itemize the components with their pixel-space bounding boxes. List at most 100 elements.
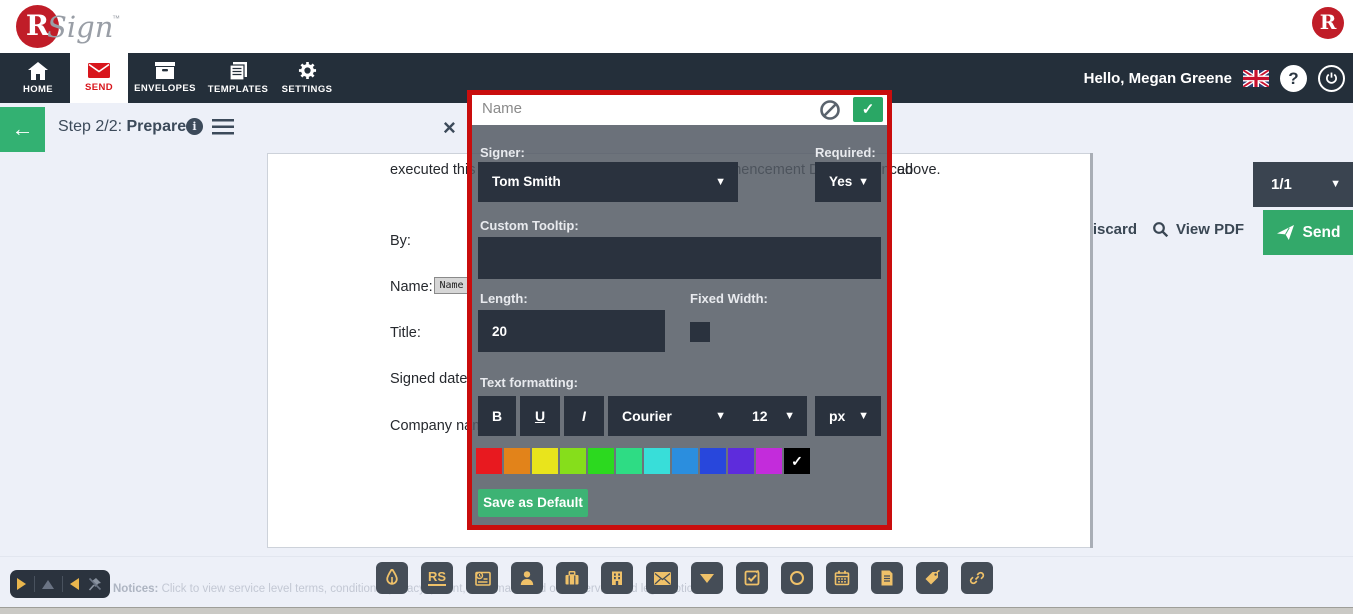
step-indicator: Step 2/2: Prepare: [58, 118, 186, 136]
info-icon[interactable]: i: [186, 118, 203, 135]
logout-button[interactable]: [1318, 65, 1345, 92]
tab-send[interactable]: SEND: [70, 53, 128, 103]
chevron-down-icon: ▼: [1330, 162, 1341, 207]
contract-line-end: above.: [897, 162, 941, 178]
color-swatch[interactable]: [756, 448, 782, 474]
power-icon: [1325, 71, 1338, 85]
trademark-symbol: ™: [112, 14, 120, 23]
title-briefcase-tool[interactable]: [556, 562, 588, 594]
color-swatch[interactable]: [504, 448, 530, 474]
cancel-block-icon[interactable]: [819, 99, 841, 121]
field-label-by: By:: [390, 233, 411, 249]
field-label-name: Name:: [390, 279, 433, 295]
modal-title: Name: [482, 100, 522, 117]
back-button[interactable]: ←: [0, 107, 45, 152]
envelopes-box-icon: [154, 62, 176, 79]
tab-templates[interactable]: TEMPLATES: [202, 53, 274, 103]
top-brand-bar: R Sign ™ R: [0, 0, 1353, 53]
up-icon[interactable]: [42, 580, 54, 589]
underline-button[interactable]: U: [520, 396, 560, 436]
magnifier-icon: [1152, 221, 1169, 238]
color-swatch[interactable]: [616, 448, 642, 474]
horizontal-scrollbar[interactable]: [0, 607, 1353, 614]
view-pdf-button[interactable]: View PDF: [1152, 221, 1244, 238]
date-stamp-tool[interactable]: [466, 562, 498, 594]
color-swatch[interactable]: [588, 448, 614, 474]
help-button[interactable]: ?: [1280, 65, 1307, 92]
color-swatch[interactable]: [476, 448, 502, 474]
page-nav-controls: [10, 570, 110, 598]
vertical-scrollbar[interactable]: [1090, 153, 1093, 548]
language-flag-icon[interactable]: [1243, 70, 1269, 87]
field-properties-modal: Name ✓ Signer: Tom Smith ▼ Required: Yes…: [467, 90, 892, 530]
label-tag-tool[interactable]: [916, 562, 948, 594]
field-label-signed-date: Signed date:: [390, 371, 471, 387]
hyperlink-tool[interactable]: [961, 562, 993, 594]
chevron-down-icon: ▼: [858, 162, 869, 202]
color-swatch[interactable]: [728, 448, 754, 474]
color-swatch[interactable]: [560, 448, 586, 474]
envelope-icon: [88, 63, 110, 78]
close-icon[interactable]: ×: [443, 115, 456, 141]
dropdown-tool[interactable]: [691, 562, 723, 594]
color-swatch-selected[interactable]: ✓: [784, 448, 810, 474]
color-swatch[interactable]: [532, 448, 558, 474]
unpin-icon[interactable]: [87, 576, 103, 592]
nav-tabs: HOME SEND ENVELOPES TEMPLATES SETTINGS: [6, 53, 340, 103]
confirm-button[interactable]: ✓: [853, 97, 883, 122]
required-select[interactable]: Yes ▼: [815, 162, 881, 202]
rsign-logo-script: Sign: [47, 10, 113, 44]
fixed-width-checkbox[interactable]: [690, 322, 710, 342]
back-icon[interactable]: [70, 578, 79, 590]
color-swatch[interactable]: [644, 448, 670, 474]
note-text-tool[interactable]: [871, 562, 903, 594]
home-icon: [28, 62, 48, 80]
custom-tooltip-input[interactable]: [478, 237, 881, 279]
length-label: Length:: [480, 291, 528, 306]
custom-tooltip-label: Custom Tooltip:: [480, 218, 579, 233]
user-greeting: Hello, Megan Greene: [1084, 70, 1232, 87]
templates-icon: [229, 62, 248, 80]
send-button[interactable]: Send: [1263, 210, 1353, 255]
save-as-default-button[interactable]: Save as Default: [478, 489, 588, 517]
checkbox-tool[interactable]: [736, 562, 768, 594]
gear-icon: [298, 61, 317, 80]
length-input[interactable]: [478, 310, 665, 352]
forward-icon[interactable]: [17, 578, 26, 590]
signer-label: Signer:: [480, 145, 525, 160]
modal-header: Name ✓: [472, 95, 887, 125]
font-size-select[interactable]: 12 ▼: [738, 396, 807, 436]
italic-button[interactable]: I: [564, 396, 604, 436]
radio-button-tool[interactable]: [781, 562, 813, 594]
fixed-width-label: Fixed Width:: [690, 291, 768, 306]
r-badge-logo: R: [1312, 7, 1344, 39]
tab-settings[interactable]: SETTINGS: [274, 53, 340, 103]
page-selector[interactable]: 1/1 ▼: [1253, 162, 1353, 207]
color-swatch[interactable]: [672, 448, 698, 474]
tab-envelopes[interactable]: ENVELOPES: [128, 53, 202, 103]
initials-tool[interactable]: RS: [421, 562, 453, 594]
tab-home[interactable]: HOME: [6, 53, 70, 103]
font-select[interactable]: Courier ▼: [608, 396, 738, 436]
unit-select[interactable]: px ▼: [815, 396, 881, 436]
field-list-icon[interactable]: [212, 119, 234, 135]
text-formatting-label: Text formatting:: [480, 375, 578, 390]
name-person-tool[interactable]: [511, 562, 543, 594]
required-label: Required:: [815, 145, 876, 160]
signature-pen-tool[interactable]: [376, 562, 408, 594]
color-swatch[interactable]: [700, 448, 726, 474]
calendar-tool[interactable]: [826, 562, 858, 594]
field-label-title: Title:: [390, 325, 421, 341]
company-building-tool[interactable]: [601, 562, 633, 594]
signer-select[interactable]: Tom Smith ▼: [478, 162, 738, 202]
nav-right-cluster: Hello, Megan Greene ?: [1084, 53, 1345, 103]
chevron-down-icon: ▼: [715, 396, 726, 436]
contract-line-start: executed this: [390, 162, 475, 178]
placed-name-field[interactable]: Name: [434, 277, 469, 294]
email-tool[interactable]: [646, 562, 678, 594]
bold-button[interactable]: B: [478, 396, 516, 436]
paper-plane-icon: [1276, 224, 1295, 241]
chevron-down-icon: ▼: [858, 396, 869, 436]
dropdown-triangle-icon: [700, 574, 714, 583]
chevron-down-icon: ▼: [784, 396, 795, 436]
